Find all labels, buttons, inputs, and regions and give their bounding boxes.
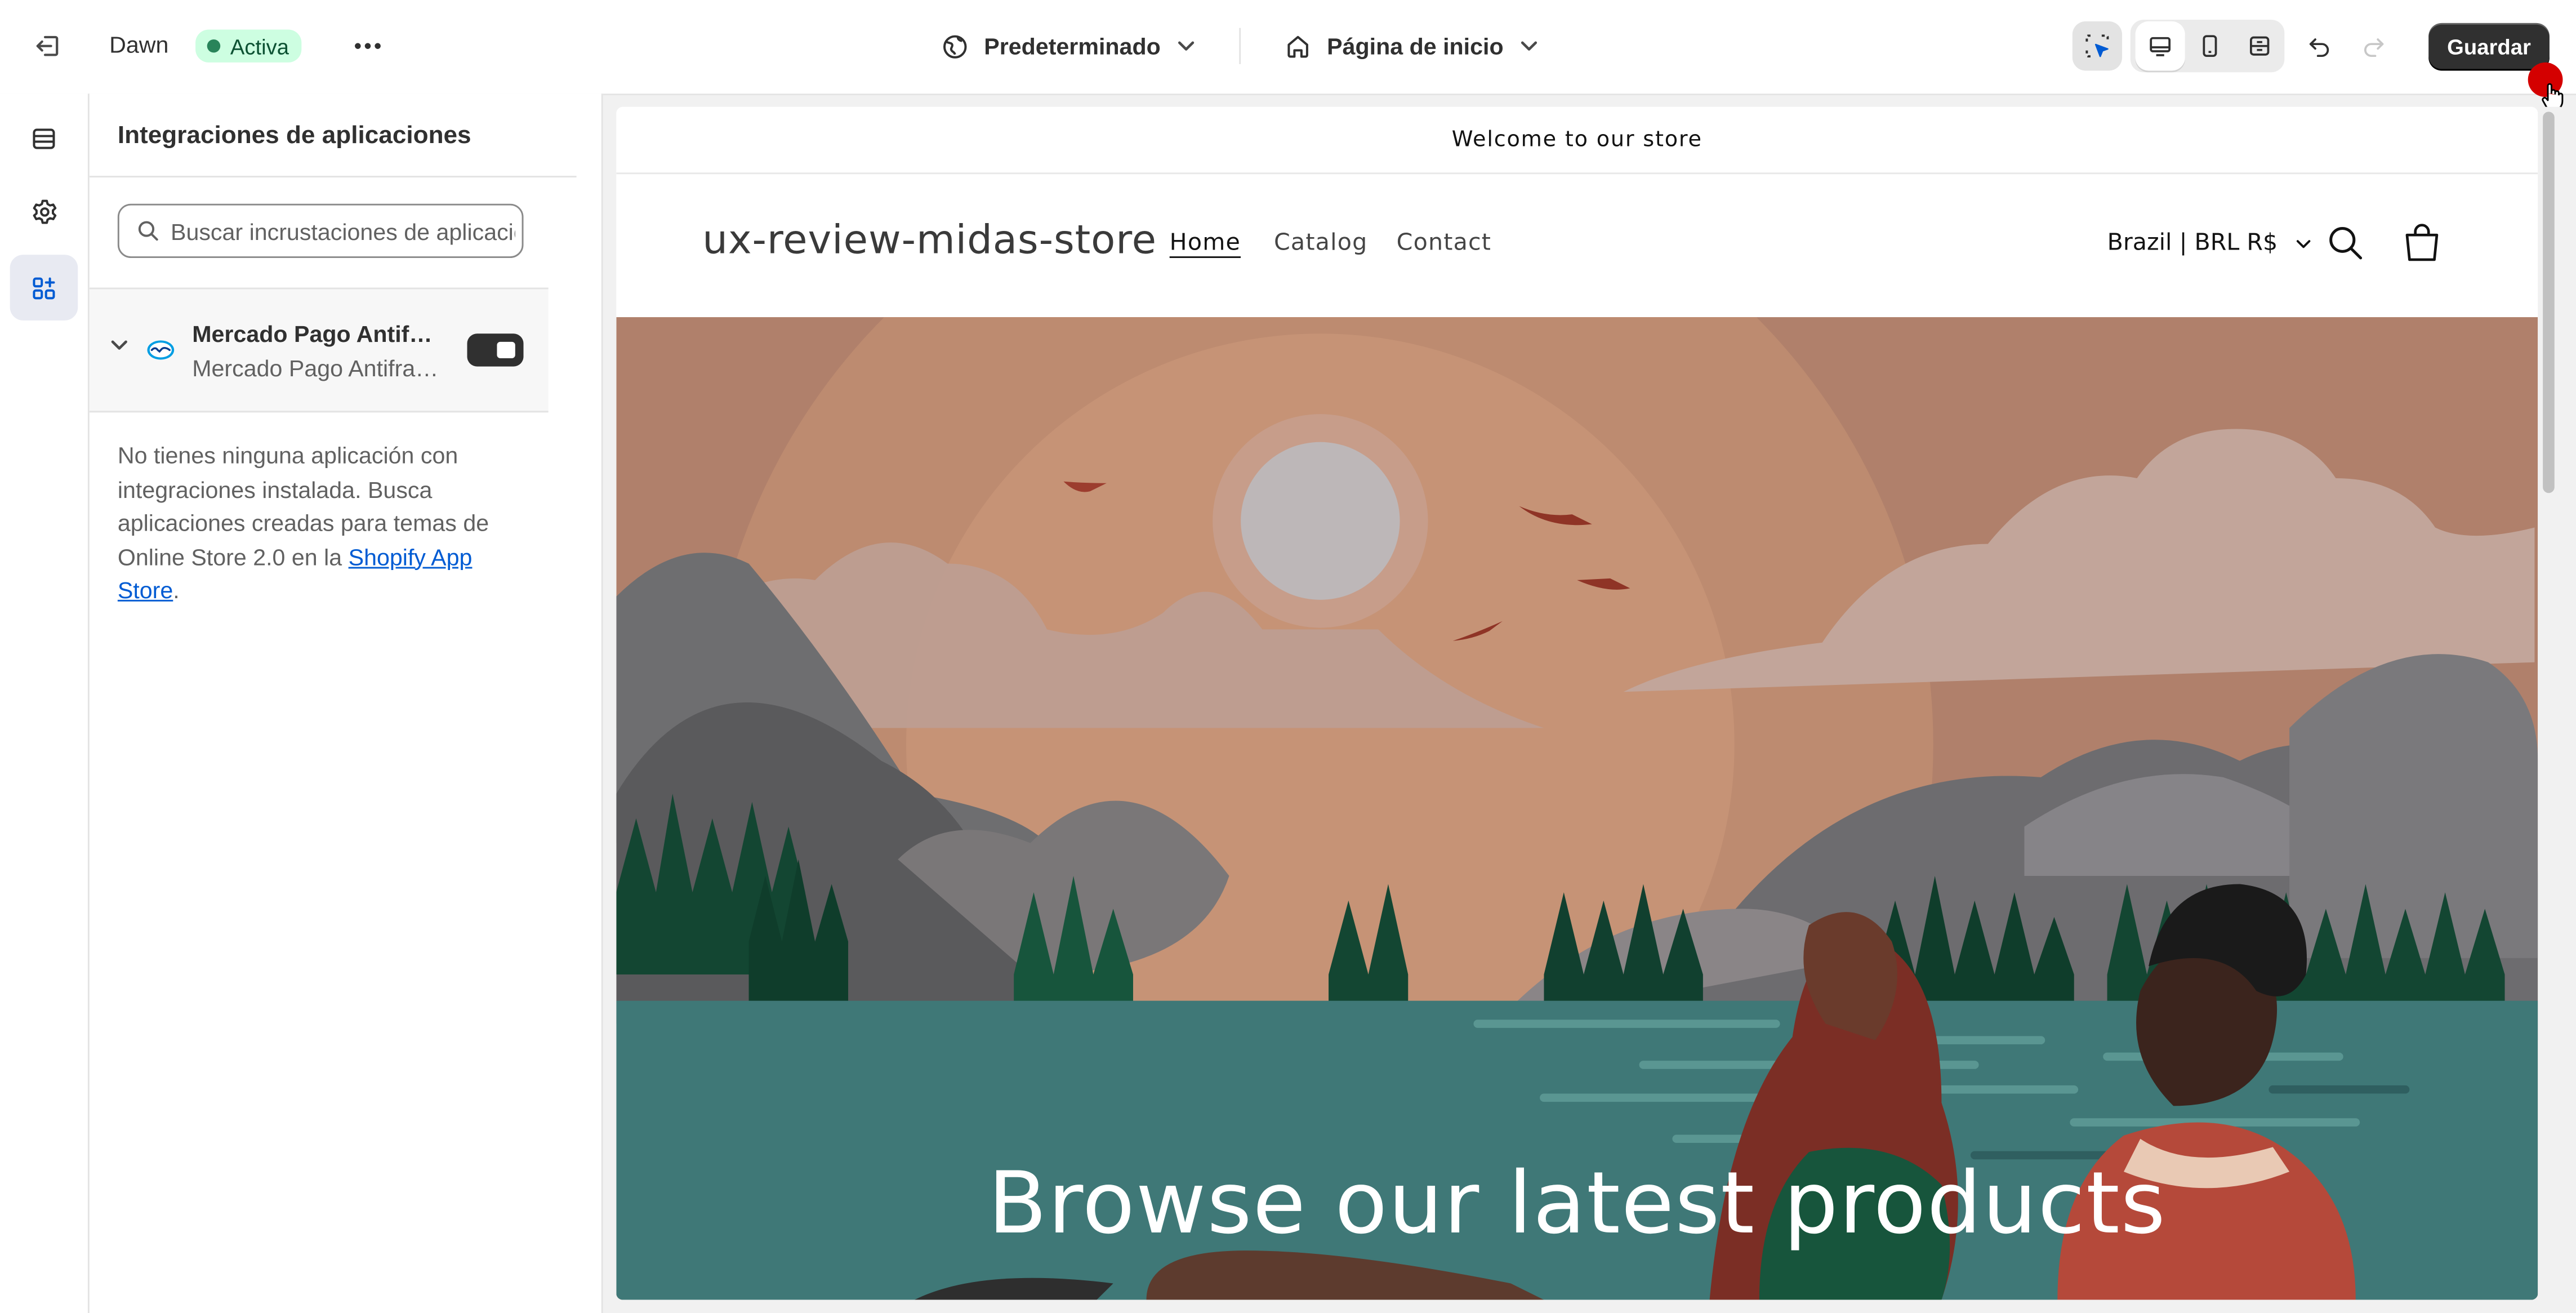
inspector-button[interactable]	[2072, 21, 2123, 71]
page-dropdown-label: Página de inicio	[1327, 33, 1504, 60]
chevron-down-icon	[1520, 41, 1536, 51]
preview-scrollbar[interactable]	[2538, 106, 2561, 1300]
redo-icon	[2364, 38, 2384, 57]
hero-illustration	[616, 317, 2538, 1300]
store-preview: Welcome to our store ux-review-midas-sto…	[616, 106, 2538, 1300]
country-selector[interactable]: Brazil | BRL R$	[2107, 230, 2312, 256]
sidebar-item-settings[interactable]	[10, 179, 78, 245]
sections-icon	[33, 127, 55, 149]
more-actions-button[interactable]	[345, 23, 391, 69]
settings-gear-icon	[32, 199, 56, 224]
cart-icon[interactable]	[2402, 222, 2442, 265]
template-dropdown[interactable]: Predeterminado	[941, 23, 1196, 69]
app-embeds-icon	[33, 277, 55, 299]
status-badge-label: Activa	[230, 33, 289, 59]
sidebar-rail	[0, 94, 90, 1313]
nav-link-contact[interactable]: Contact	[1397, 230, 1491, 256]
chevron-down-icon[interactable]	[109, 339, 129, 351]
empty-state-text-after: .	[173, 577, 180, 603]
search-box	[117, 203, 524, 259]
hero-banner[interactable]: Browse our latest products	[616, 317, 2538, 1300]
redo-button[interactable]	[2349, 21, 2399, 71]
ellipsis-icon	[355, 43, 381, 49]
country-selector-label: Brazil | BRL R$	[2107, 230, 2278, 257]
desktop-icon	[2150, 37, 2171, 56]
search-input[interactable]	[170, 205, 515, 257]
panel-title: Integraciones de aplicaciones	[117, 121, 471, 150]
nav-link-home[interactable]: Home	[1170, 230, 1241, 256]
fullscreen-view-button[interactable]	[2235, 21, 2284, 71]
chevron-down-icon	[1177, 41, 1194, 51]
store-name[interactable]: ux-review-midas-store	[702, 217, 1157, 263]
search-icon	[138, 221, 158, 241]
empty-state-text: No tienes ninguna aplicación con integra…	[118, 439, 515, 607]
save-button[interactable]: Guardar	[2428, 23, 2550, 71]
status-dot	[207, 39, 221, 53]
globe-icon	[943, 34, 967, 58]
sidebar-item-sections[interactable]	[10, 105, 78, 171]
divider	[1239, 28, 1241, 64]
announcement-bar: Welcome to our store	[616, 107, 2538, 175]
exit-icon	[36, 35, 59, 56]
app-embed-subtitle: Mercado Pago Antifraude	[192, 355, 444, 381]
top-bar: Dawn Activa Predeterminado Página de ini	[0, 0, 2576, 111]
undo-button[interactable]	[2294, 21, 2344, 71]
toggle-knob	[497, 341, 515, 358]
inspector-cursor-icon	[2085, 34, 2109, 58]
search-icon[interactable]	[2328, 225, 2364, 261]
fullscreen-icon	[2250, 36, 2270, 56]
undo-icon	[2309, 38, 2329, 57]
divider	[89, 176, 577, 178]
mobile-view-button[interactable]	[2185, 21, 2235, 71]
app-embed-toggle[interactable]	[467, 333, 524, 367]
sidebar-item-app-embeds[interactable]	[10, 255, 78, 321]
template-dropdown-label: Predeterminado	[984, 33, 1161, 60]
home-icon	[1287, 35, 1308, 57]
app-embed-row[interactable]: Mercado Pago Antifraude Mercado Pago Ant…	[89, 287, 549, 413]
theme-name: Dawn	[109, 31, 169, 58]
app-embeds-panel: Integraciones de aplicaciones Mercado Pa…	[89, 94, 603, 1313]
scroll-thumb[interactable]	[2543, 112, 2555, 493]
mobile-icon	[2203, 35, 2217, 57]
desktop-view-button[interactable]	[2135, 21, 2185, 71]
chevron-down-icon	[2296, 239, 2311, 247]
status-badge: Activa	[195, 29, 302, 63]
mercado-pago-logo-icon	[147, 340, 175, 360]
viewport-switcher	[2130, 20, 2285, 73]
page-dropdown[interactable]: Página de inicio	[1284, 23, 1539, 69]
app-embed-name: Mercado Pago Antifraude	[192, 320, 440, 347]
nav-link-catalog[interactable]: Catalog	[1274, 230, 1367, 256]
exit-button[interactable]	[23, 23, 73, 69]
hero-title: Browse our latest products	[988, 1155, 2167, 1254]
